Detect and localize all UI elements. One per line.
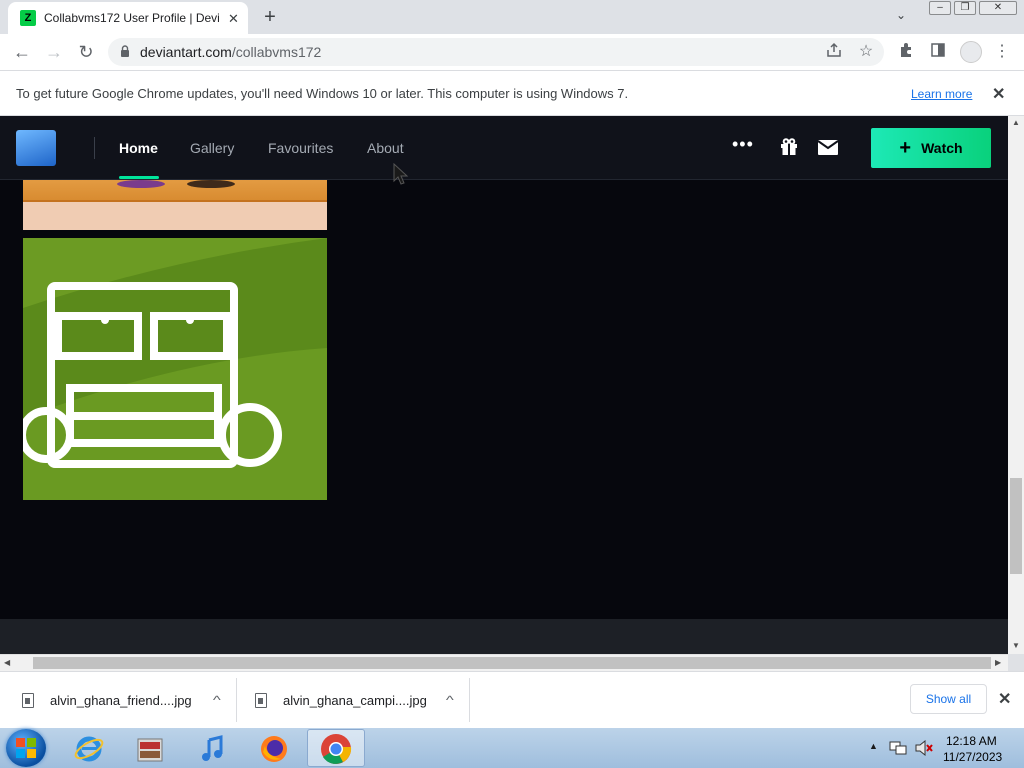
share-icon[interactable] [824,42,844,64]
gallery-thumbnail[interactable] [23,238,327,500]
internet-explorer-icon[interactable] [72,732,106,766]
nav-about[interactable]: About [367,140,404,156]
download-item[interactable]: alvin_ghana_friend....jpg ^ [22,685,221,715]
scroll-down-arrow-icon[interactable]: ▼ [1012,641,1020,650]
bookmark-star-icon[interactable]: ☆ [856,42,876,62]
watch-label: Watch [921,140,963,156]
clock-date[interactable]: 11/27/2023 [943,750,1002,764]
download-divider [236,678,237,722]
more-options-icon[interactable]: ••• [732,134,754,155]
show-hidden-icons-arrow-icon[interactable]: ▲ [869,741,878,751]
tab-title: Collabvms172 User Profile | DeviantArt [44,11,220,25]
user-avatar-logo[interactable] [16,130,56,166]
deviantart-favicon-icon: Z [20,10,36,26]
deviantart-page: Home Gallery Favourites About ••• + Watc… [0,116,1008,654]
nav-favourites[interactable]: Favourites [268,140,333,156]
restore-window-button[interactable]: ❐ [954,1,976,15]
extensions-puzzle-icon[interactable] [896,42,916,64]
scroll-left-arrow-icon[interactable]: ◀ [4,658,10,667]
chrome-icon[interactable] [319,732,353,766]
new-tab-button[interactable]: + [260,6,280,28]
side-panel-icon[interactable] [928,42,948,64]
reload-icon[interactable]: ↻ [76,42,96,62]
horizontal-scroll-thumb[interactable] [33,657,991,669]
infobar-close-icon[interactable]: ✕ [992,84,1005,104]
infobar-message: To get future Google Chrome updates, you… [16,86,629,101]
vertical-scroll-thumb[interactable] [1010,478,1022,574]
browser-tab[interactable]: Z Collabvms172 User Profile | DeviantArt… [8,2,248,34]
chrome-menu-icon[interactable]: ⋮ [992,42,1012,62]
network-icon[interactable] [889,740,907,761]
download-shelf-close-icon[interactable]: ✕ [998,689,1011,709]
gallery-thumbnail[interactable] [23,180,327,230]
mail-icon[interactable] [817,140,839,155]
tab-search-chevron-icon[interactable]: ⌄ [896,8,906,22]
header-divider [94,137,95,159]
page-footer [0,619,1008,654]
url-host: deviantart.com [140,44,232,60]
forward-arrow-icon[interactable]: → [44,42,64,62]
lock-icon[interactable] [120,44,130,60]
url-path: /collabvms172 [231,44,322,60]
furniture-artwork [23,238,327,500]
scroll-right-arrow-icon[interactable]: ▶ [995,658,1001,667]
chevron-up-icon[interactable]: ^ [446,693,454,707]
plus-icon: + [899,137,912,159]
close-window-button[interactable]: ✕ [979,1,1017,15]
file-icon [255,692,267,708]
volume-muted-icon[interactable] [915,739,933,761]
scroll-up-arrow-icon[interactable]: ▲ [1012,118,1020,127]
chevron-up-icon[interactable]: ^ [213,693,221,707]
back-arrow-icon[interactable]: ← [12,42,32,62]
firefox-icon[interactable] [257,732,291,766]
itunes-icon[interactable] [195,732,229,766]
minimize-window-button[interactable]: ‒ [929,1,951,15]
media-center-icon[interactable] [133,732,167,766]
download-filename: alvin_ghana_campi....jpg [283,692,427,708]
download-filename: alvin_ghana_friend....jpg [50,692,192,708]
thumbnail-artwork [23,180,327,202]
learn-more-link[interactable]: Learn more [911,87,972,101]
show-all-downloads-button[interactable]: Show all [910,684,987,714]
nav-gallery[interactable]: Gallery [190,140,234,156]
file-icon [22,692,34,708]
tab-close-icon[interactable]: ✕ [228,12,239,25]
watch-button[interactable]: + Watch [871,128,991,168]
mouse-cursor-icon [393,163,409,185]
clock-time[interactable]: 12:18 AM [946,734,997,748]
profile-avatar[interactable] [960,41,982,63]
download-item[interactable]: alvin_ghana_campi....jpg ^ [255,685,454,715]
windows-logo-icon [16,738,36,758]
gift-icon[interactable] [780,138,798,156]
nav-active-indicator [119,176,159,179]
download-divider [469,678,470,722]
nav-home[interactable]: Home [119,140,158,156]
address-bar[interactable]: deviantart.com /collabvms172 [108,38,884,66]
